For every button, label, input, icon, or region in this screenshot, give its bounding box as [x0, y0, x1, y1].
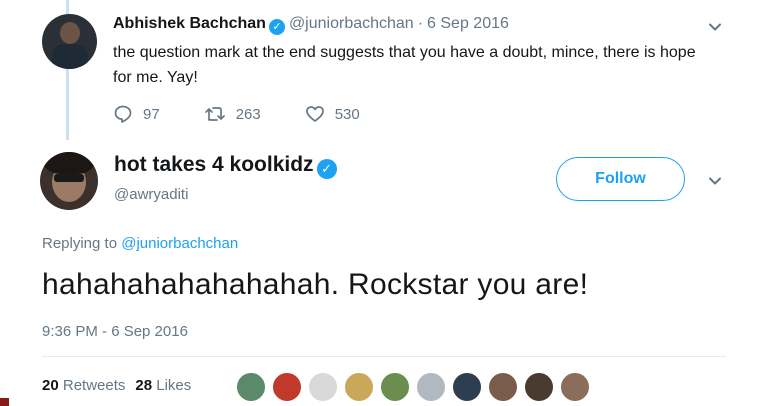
liker-avatar[interactable]: [416, 372, 446, 402]
header-separator: ·: [417, 15, 424, 32]
reply-count: 97: [143, 105, 160, 123]
parent-tweet-avatar[interactable]: [42, 14, 97, 69]
liker-avatar[interactable]: [344, 372, 374, 402]
liker-avatar[interactable]: [524, 372, 554, 402]
main-tweet-menu-chevron-down-icon[interactable]: [708, 174, 722, 188]
main-author-name[interactable]: hot takes 4 koolkidz: [114, 153, 314, 176]
like-action[interactable]: 530: [305, 104, 360, 124]
liker-avatar[interactable]: [308, 372, 338, 402]
retweet-count: 263: [235, 105, 261, 123]
liker-avatar[interactable]: [452, 372, 482, 402]
retweet-icon: [204, 107, 225, 121]
liker-avatar[interactable]: [380, 372, 410, 402]
likes-stat[interactable]: 28 Likes: [135, 377, 191, 394]
main-author-handle[interactable]: @awryaditi: [114, 186, 188, 203]
reply-action[interactable]: 97: [113, 104, 160, 124]
parent-author-handle[interactable]: @juniorbachchan: [289, 15, 414, 32]
stats-divider: [42, 356, 726, 357]
verified-badge-icon: ✓: [316, 159, 337, 179]
likes-stat-label: Likes: [156, 377, 192, 394]
liker-avatar[interactable]: [272, 372, 302, 402]
replying-to-prefix: Replying to: [42, 235, 118, 252]
liker-avatar[interactable]: [488, 372, 518, 402]
replying-to: Replying to @juniorbachchan: [42, 235, 238, 252]
like-count: 530: [334, 105, 360, 123]
tweet-stats: 20 Retweets 28 Likes: [42, 377, 191, 394]
parent-author-name[interactable]: Abhishek Bachchan: [113, 15, 266, 32]
main-author-name-row: hot takes 4 koolkidz ✓: [114, 153, 337, 179]
follow-button[interactable]: Follow: [556, 157, 685, 201]
parent-tweet-menu-chevron-down-icon[interactable]: [708, 20, 722, 34]
main-tweet-timestamp[interactable]: 9:36 PM - 6 Sep 2016: [42, 323, 188, 340]
heart-icon: [305, 106, 324, 122]
retweets-stat-label: Retweets: [62, 377, 126, 394]
retweet-action[interactable]: 263: [204, 104, 261, 124]
parent-tweet-actions: 97 263 530: [113, 104, 404, 124]
liker-avatar[interactable]: [560, 372, 590, 402]
replying-to-link[interactable]: @juniorbachchan: [121, 235, 238, 252]
verified-badge-icon: ✓: [268, 19, 285, 35]
parent-tweet-date[interactable]: 6 Sep 2016: [427, 15, 509, 32]
likers-avatars: [236, 372, 596, 402]
parent-tweet-text: the question mark at the end suggests th…: [113, 44, 696, 86]
corner-marker: [0, 398, 9, 406]
main-tweet-text: hahahahahahahahah. Rockstar you are!: [42, 268, 589, 301]
retweets-stat[interactable]: 20 Retweets: [42, 377, 125, 394]
retweets-stat-count: 20: [42, 377, 59, 394]
reply-icon: [114, 105, 132, 123]
parent-tweet-header: Abhishek Bachchan ✓ @juniorbachchan · 6 Sep …: [113, 15, 509, 35]
main-tweet-avatar[interactable]: [40, 152, 98, 210]
liker-avatar[interactable]: [236, 372, 266, 402]
likes-stat-count: 28: [135, 377, 153, 394]
